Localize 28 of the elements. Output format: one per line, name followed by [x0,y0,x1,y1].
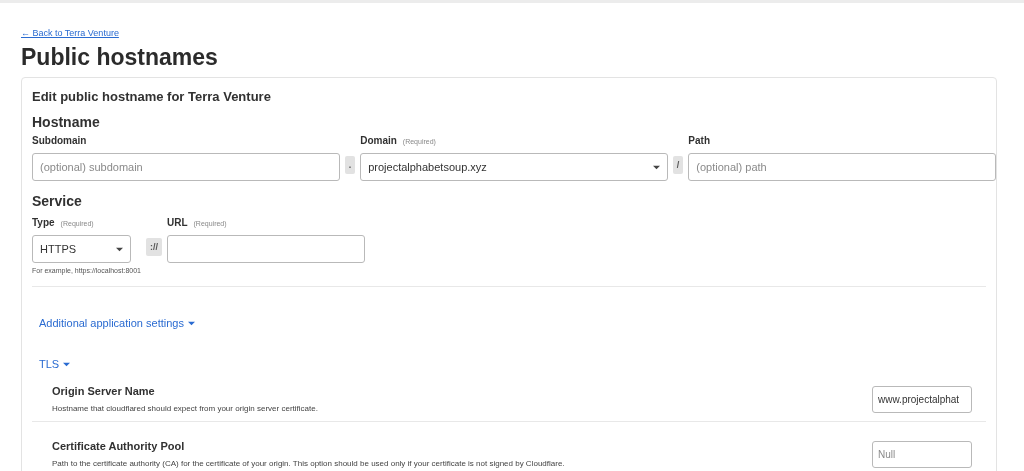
input-field[interactable]: www.projectalphat [872,385,972,413]
back-link[interactable]: ← Back to Terra Venture [21,28,119,38]
input-field[interactable]: Null [872,440,972,468]
dropdown[interactable]: projectalphabetsoup.xyz [360,153,668,181]
setting-title: Certificate Authority Pool [52,440,186,452]
separator-badge: . [344,156,356,174]
field-label: URL [166,217,188,228]
field-label: Subdomain [32,135,87,146]
field-label: Path [688,135,710,146]
section-title: Service [32,193,83,209]
page-title: Public hostnames [21,44,219,71]
input-field[interactable]: (optional) path [688,153,996,181]
form-heading: Edit public hostname for Terra Venture [32,89,272,104]
setting-description: Path to the certificate authority (CA) for the certificate of your origin. This option should be used only if your certificate is not signed by Cloudflare. [52,459,565,468]
input-field[interactable] [166,235,365,263]
input-field[interactable]: (optional) subdomain [32,153,340,181]
section-title: Hostname [32,114,101,130]
separator-badge: / [672,156,684,174]
caret-icon [116,245,123,253]
dropdown[interactable]: HTTPS [32,235,131,263]
setting-title: Origin Server Name [52,385,156,397]
toggle-link[interactable]: TLS [39,358,71,370]
caret-icon [652,163,660,171]
field-label: Domain [360,135,397,146]
separator-badge: :// [145,238,162,256]
field-label: Type [32,217,55,228]
setting-description: Hostname that cloudflared should expect from your origin server certificate. [52,404,318,413]
toggle-link[interactable]: Additional application settings [39,317,195,329]
